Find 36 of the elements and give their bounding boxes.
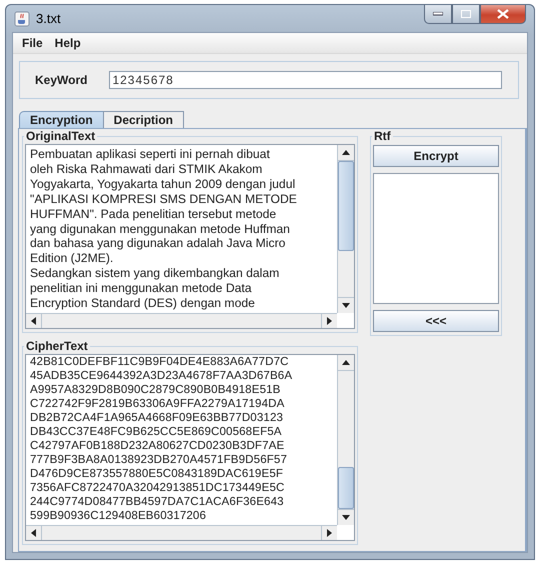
group-title: CipherText xyxy=(25,339,89,353)
menu-item[interactable]: Help xyxy=(54,36,81,50)
vertical-scrollbar[interactable] xyxy=(337,355,354,525)
down-arrow-icon xyxy=(342,515,350,520)
tab[interactable]: Encryption xyxy=(19,111,104,128)
keyword-label: KeyWord xyxy=(35,73,88,87)
up-arrow-icon xyxy=(342,150,350,155)
window-title: 3.txt xyxy=(36,11,62,26)
close-icon xyxy=(497,9,509,19)
encrypt-button[interactable]: Encrypt xyxy=(373,145,499,167)
original-text: Pembuatan aplikasi seperti ini pernah dibuat oleh Riska Rahmawati dari STMIK Akakom Yogyakarta, Yogyakarta tahun 2009 dengan judul "APLIKASI KOMPRESI SMS DENGAN METODE HUFFMAN". Pada penelitian tersebut metode yang digunakan menggunakan metode Huffman dan bahasa yang digunakan adalah Java Micro Edition (J2ME). Sedangkan sistem yang dikembangkan dalam penelitian ini menggunakan metode Data Encryption Standard (DES) dengan mode xyxy=(30,147,298,311)
group-title: OriginalText xyxy=(25,129,96,143)
scroll-thumb[interactable] xyxy=(338,161,354,251)
rtf-field[interactable] xyxy=(373,173,499,304)
horizontal-scrollbar[interactable] xyxy=(26,525,337,540)
right-arrow-icon xyxy=(327,317,332,325)
tab[interactable]: Decription xyxy=(102,111,184,128)
cup-icon xyxy=(14,10,30,26)
minimize-icon xyxy=(433,12,443,16)
horizontal-scrollbar[interactable] xyxy=(26,313,337,328)
menu-item[interactable]: File xyxy=(22,36,43,50)
up-arrow-icon xyxy=(342,360,350,365)
minimize-button[interactable] xyxy=(424,5,452,24)
vertical-scrollbar[interactable] xyxy=(337,145,354,313)
scroll-thumb[interactable] xyxy=(338,467,354,509)
maximize-button[interactable] xyxy=(452,5,480,24)
left-arrow-icon xyxy=(31,317,36,325)
group-title: Rtf xyxy=(373,129,392,143)
cipher-text: 42B81C0DEFBF11C9B9F04DE4E883A6A77D7C 45ADB35CE9644392A3D23A4678F7AA3D67B6A A9957A8329D8B090C2879C890B0B4918E51B C722742F9F2819B63306A9FFA2279A17194DA DB2B72CA4F1A965A4668F09E63BB77D03123 DB43CC37E48FC9B625CC5E869C00568EF5A C42797AF0B188D232A80627CD0230B3DF7AE 777B9F3BA8A0138923DB270A4571FB9D56F57 D476D9CE873557880E5C0843189DAC619E5F 7356AFC8722470A32042913851DC173449E5C 244C9774D08477BB4597DA7C1ACA6F36E643 599B90936C129408EB60317206 xyxy=(30,355,294,523)
right-arrow-icon xyxy=(327,529,332,537)
down-arrow-icon xyxy=(342,303,350,308)
maximize-icon xyxy=(461,10,471,18)
left-arrow-icon xyxy=(31,529,36,537)
back-button[interactable]: <<< xyxy=(373,310,499,332)
close-button[interactable] xyxy=(480,5,526,24)
keyword-field[interactable]: 12345678 xyxy=(109,71,502,89)
